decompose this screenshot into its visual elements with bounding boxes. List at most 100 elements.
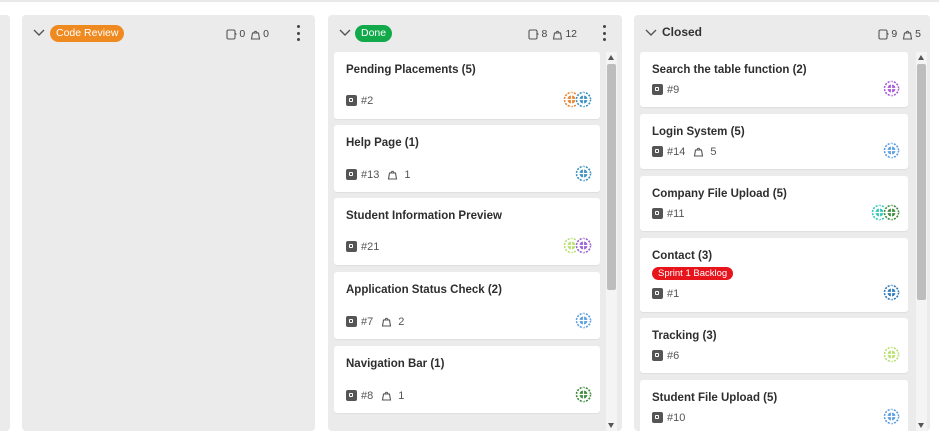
story-count-icon [528,28,540,40]
story-icon [652,350,663,361]
story-number: #13 [361,168,380,181]
task-count: 12 [565,28,577,40]
avatar[interactable] [883,408,900,425]
column-menu-icon[interactable] [295,25,301,41]
previous-column-edge [0,15,10,431]
avatar[interactable] [575,237,592,254]
story-icon [652,412,663,423]
column-counts: 8 12 [528,27,582,41]
assignee-avatars [575,386,592,403]
column-counts: 0 0 [226,27,274,41]
story-number: #7 [361,315,374,328]
card-title[interactable]: Student Information Preview [346,210,502,222]
story-card[interactable]: Navigation Bar (1) #8 1 [334,346,600,413]
status-badge: Code Review [50,25,125,42]
column-header: Done 8 12 [328,15,622,49]
story-number: #10 [667,411,686,424]
status-badge: Done [355,25,393,42]
card-title[interactable]: Search the table function (2) [652,64,807,76]
assignee-avatars [575,312,592,329]
card-title[interactable]: Navigation Bar (1) [346,358,444,370]
story-card[interactable]: Company File Upload (5) #11 [640,176,908,231]
story-card[interactable]: Login System (5) #14 5 [640,114,908,169]
card-title[interactable]: Application Status Check (2) [346,284,502,296]
card-title[interactable]: Contact (3) [652,250,712,262]
card-title[interactable]: Login System (5) [652,126,745,138]
story-count: 0 [239,28,246,40]
avatar[interactable] [575,312,592,329]
assignee-avatars [871,204,900,221]
assignee-avatars [575,165,592,182]
card-meta: #10 [652,411,693,424]
column-code-review: Code Review 0 0 [22,15,315,431]
story-card[interactable]: Tracking (3) #6 [640,318,908,373]
card-list: Search the table function (2) #9 Login Sys… [640,52,908,431]
avatar[interactable] [575,165,592,182]
task-count: 2 [398,315,405,328]
story-icon [652,208,663,219]
task-count-icon [553,30,563,40]
task-count-icon [903,30,913,40]
story-icon [346,390,357,401]
chevron-down-icon[interactable] [644,25,658,39]
story-card[interactable]: Help Page (1) #13 1 [334,125,600,192]
avatar[interactable] [883,80,900,97]
task-count: 1 [398,389,405,402]
card-meta: #8 1 [346,389,404,402]
card-meta: #13 1 [346,168,410,181]
column-menu-icon[interactable] [601,25,607,41]
story-number: #21 [361,240,380,253]
column-counts: 9 5 [878,27,921,41]
card-meta: #7 2 [346,315,404,328]
task-count: 5 [915,28,921,40]
scrollbar[interactable] [606,52,617,431]
story-number: #6 [667,349,680,362]
assignee-avatars [563,237,592,254]
card-title[interactable]: Student File Upload (5) [652,392,777,404]
card-meta: #11 [652,207,693,220]
card-title[interactable]: Help Page (1) [346,137,419,149]
assignee-avatars [883,284,900,301]
story-count: 8 [541,28,548,40]
story-icon [652,288,663,299]
story-number: #14 [667,145,686,158]
task-count-icon [251,30,261,40]
task-count: 0 [263,28,269,40]
column-title: Closed [662,25,703,39]
top-divider [0,0,939,2]
column-header: Closed 9 5 [634,15,930,49]
card-title[interactable]: Company File Upload (5) [652,188,787,200]
story-number: #11 [667,207,685,220]
story-card[interactable]: Student File Upload (5) #10 [640,380,908,431]
story-icon [652,84,663,95]
card-title[interactable]: Pending Placements (5) [346,64,476,76]
avatar[interactable] [883,142,900,159]
scrollbar[interactable] [916,52,927,431]
story-count-icon [878,28,890,40]
task-icon [381,390,398,401]
card-meta: #1 [652,287,687,300]
story-card[interactable]: Contact (3) Sprint 1 Backlog #1 [640,238,908,312]
story-count-icon [226,28,238,40]
assignee-avatars [883,346,900,363]
chevron-down-icon[interactable] [32,25,46,39]
story-card[interactable]: Student Information Preview #21 [334,198,600,265]
avatar[interactable] [883,346,900,363]
card-meta: #21 [346,240,387,253]
task-icon [693,146,710,157]
avatar[interactable] [883,204,900,221]
column-closed: Closed 9 5 Search the table function (2)… [634,15,930,431]
assignee-avatars [883,80,900,97]
story-card[interactable]: Pending Placements (5) #2 [334,52,600,119]
story-icon [346,316,357,327]
column-done: Done 8 12 Pending Placements (5) #2 Help P… [328,15,622,431]
story-card[interactable]: Application Status Check (2) #7 2 [334,272,600,339]
avatar[interactable] [575,386,592,403]
story-card[interactable]: Search the table function (2) #9 [640,52,908,107]
avatar[interactable] [883,284,900,301]
chevron-down-icon[interactable] [338,25,352,39]
card-meta: #6 [652,349,687,362]
story-number: #2 [361,94,374,107]
card-title[interactable]: Tracking (3) [652,330,717,342]
avatar[interactable] [575,91,592,108]
